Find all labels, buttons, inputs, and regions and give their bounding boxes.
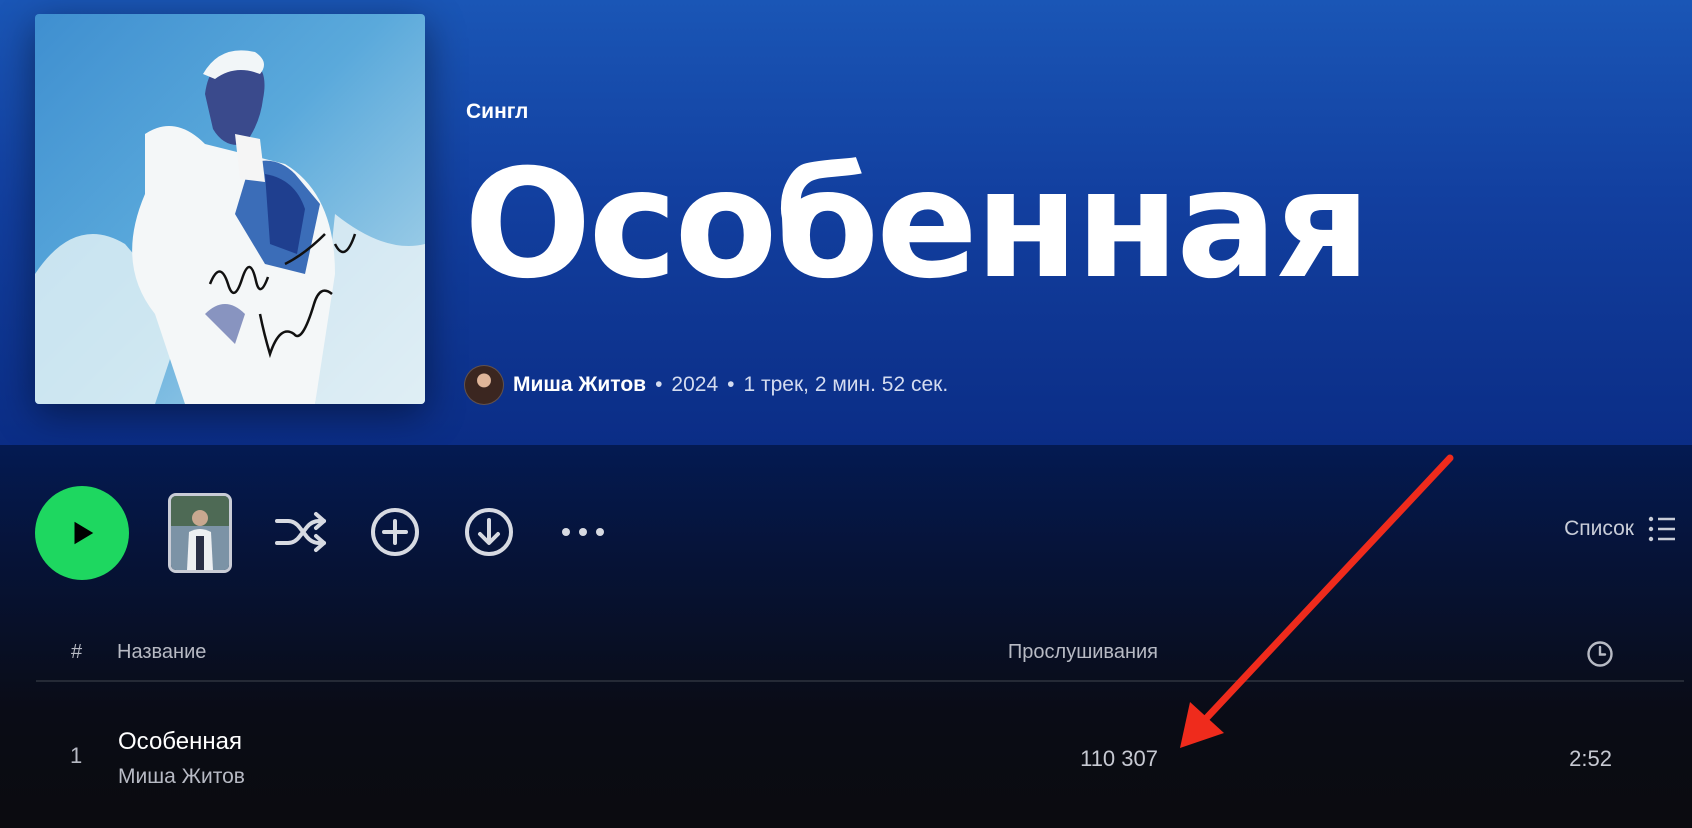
clock-icon bbox=[1587, 641, 1613, 667]
album-title: Особенная bbox=[464, 138, 1371, 312]
play-icon bbox=[74, 521, 94, 545]
track-artist[interactable]: Миша Житов bbox=[118, 765, 245, 789]
track-title[interactable]: Особенная bbox=[118, 728, 242, 756]
column-number: # bbox=[71, 641, 83, 663]
download-button[interactable] bbox=[460, 503, 518, 561]
release-year: 2024 bbox=[671, 373, 719, 396]
list-icon bbox=[1648, 516, 1675, 542]
view-mode-toggle[interactable]: Список bbox=[1564, 516, 1676, 542]
download-icon bbox=[465, 508, 513, 556]
album-header: Сингл Особенная Миша Житов • 2024 • 1 тр… bbox=[0, 0, 1692, 445]
album-cover-art bbox=[35, 14, 425, 404]
preview-thumbnail-icon bbox=[171, 496, 229, 570]
album-cover bbox=[35, 14, 425, 404]
track-row[interactable]: 1 Особенная Миша Житов 110 307 2:52 bbox=[36, 715, 1684, 795]
play-button[interactable] bbox=[35, 486, 129, 580]
album-meta: Миша Житов • 2024 • 1 трек, 2 мин. 52 се… bbox=[464, 365, 948, 405]
column-title: Название bbox=[117, 641, 207, 663]
view-mode-label: Список bbox=[1564, 517, 1634, 540]
more-horizontal-icon bbox=[562, 528, 604, 536]
meta-separator: • bbox=[727, 373, 735, 396]
column-plays: Прослушивания bbox=[1007, 641, 1158, 663]
track-plays: 110 307 bbox=[1080, 746, 1158, 771]
release-type-label: Сингл bbox=[466, 100, 529, 123]
add-circle-icon bbox=[371, 508, 419, 556]
meta-separator: • bbox=[655, 373, 663, 396]
shuffle-icon bbox=[275, 512, 326, 552]
add-to-library-button[interactable] bbox=[366, 503, 424, 561]
track-duration: 2:52 bbox=[1569, 746, 1612, 771]
track-summary: 1 трек, 2 мин. 52 сек. bbox=[743, 373, 949, 396]
artist-avatar[interactable] bbox=[464, 365, 504, 405]
artist-link[interactable]: Миша Житов bbox=[513, 373, 646, 397]
track-number: 1 bbox=[70, 743, 83, 768]
shuffle-button[interactable] bbox=[272, 503, 330, 561]
preview-thumbnail-button[interactable] bbox=[168, 493, 232, 573]
more-options-button[interactable] bbox=[554, 503, 612, 561]
tracklist-header: # Название Прослушивания bbox=[36, 628, 1684, 682]
